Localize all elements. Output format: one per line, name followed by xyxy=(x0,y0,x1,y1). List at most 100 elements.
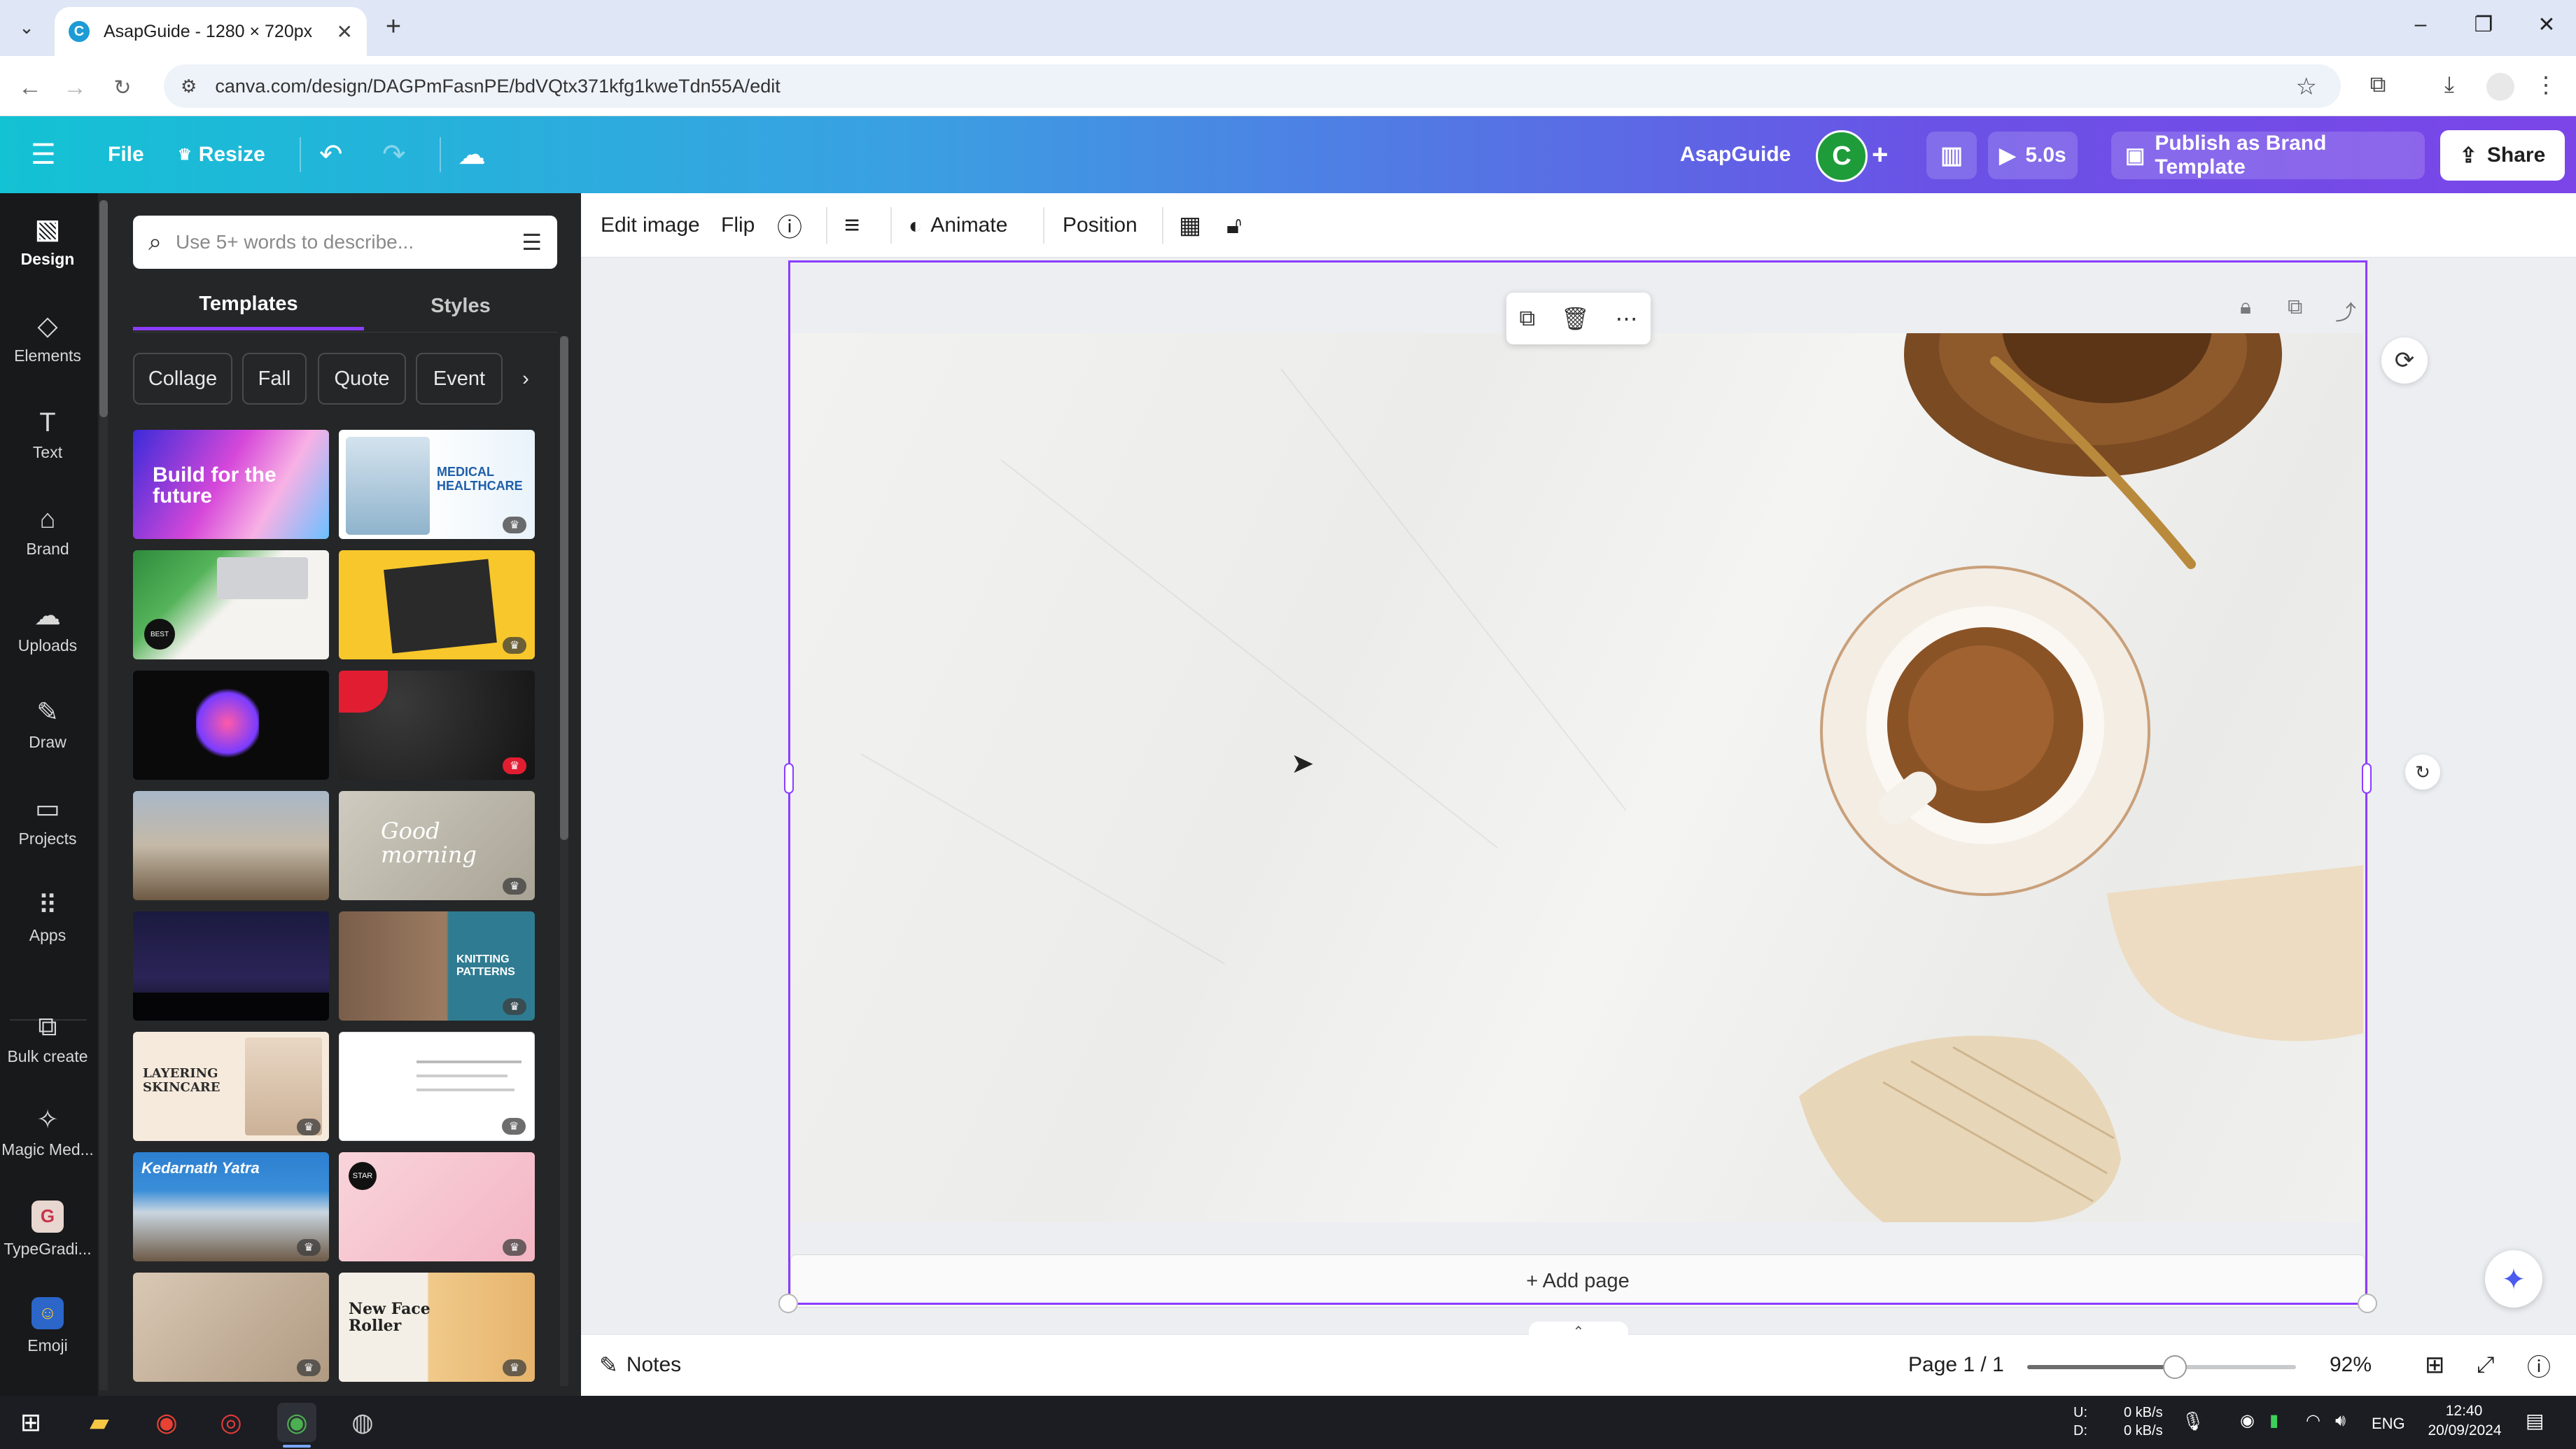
template-thumbnail[interactable]: STAR ♛ xyxy=(339,1152,535,1261)
rail-item-projects[interactable]: ▭ Projects xyxy=(0,780,95,864)
download-icon[interactable]: ⤓ xyxy=(2432,71,2467,98)
template-thumbnail[interactable]: BEST xyxy=(133,550,329,659)
publish-brand-template-button[interactable]: ▣ Publish as Brand Template xyxy=(2111,132,2425,179)
template-thumbnail[interactable]: ♛ xyxy=(339,550,535,659)
insights-button[interactable]: ▥ xyxy=(1926,132,1977,179)
rail-item-apps[interactable]: ⠿ Apps xyxy=(0,876,95,960)
omnibox[interactable]: ⚙ canva.com/design/DAGPmFasnPE/bdVQtx371… xyxy=(164,64,2341,108)
chip-quote[interactable]: Quote xyxy=(318,353,406,405)
window-close-icon[interactable]: ✕ xyxy=(2526,13,2568,37)
chip-event[interactable]: Event xyxy=(416,353,503,405)
chips-next-chevron-icon[interactable]: › xyxy=(512,353,539,405)
tray-app-icon[interactable]: ◉ xyxy=(2240,1411,2255,1431)
lock-icon[interactable]: 🔓︎ xyxy=(1226,193,1242,258)
tab-search-chevron-icon[interactable]: ⌄ xyxy=(11,10,42,45)
redo-icon[interactable]: ↷ xyxy=(382,116,406,193)
obs-icon[interactable]: ◍ xyxy=(343,1403,382,1442)
tab-styles[interactable]: Styles xyxy=(364,281,557,330)
site-info-icon[interactable]: ⚙ xyxy=(181,76,197,97)
template-thumbnail[interactable]: Good morning ♛ xyxy=(339,791,535,900)
rail-item-elements[interactable]: ◇ Elements xyxy=(0,297,95,381)
resize-handle-corner[interactable] xyxy=(2358,1294,2377,1313)
edit-image-button[interactable]: Edit image xyxy=(601,193,700,258)
team-name[interactable]: AsapGuide xyxy=(1680,116,1791,193)
forward-icon[interactable]: → xyxy=(57,70,92,105)
border-style-icon[interactable]: ≡ xyxy=(844,193,860,258)
duplicate-icon[interactable]: ⧉ xyxy=(1519,305,1535,332)
clock-date[interactable]: 20/09/2024 xyxy=(2419,1421,2510,1441)
search-box[interactable]: ⌕ ☰ xyxy=(133,216,557,269)
notifications-icon[interactable]: ▤ xyxy=(2526,1411,2544,1431)
present-button[interactable]: ▶ 5.0s xyxy=(1988,132,2078,179)
microphone-icon[interactable]: 🎙︎ xyxy=(2181,1411,2204,1431)
show-pages-chevron-icon[interactable]: ⌃ xyxy=(1529,1322,1628,1341)
grid-view-icon[interactable]: ⊞ xyxy=(2425,1334,2445,1396)
template-thumbnail[interactable]: New Face Roller ♛ xyxy=(339,1273,535,1382)
resize-handle-corner[interactable] xyxy=(778,1294,798,1313)
language-indicator[interactable]: ENG xyxy=(2372,1414,2405,1434)
rail-item-uploads[interactable]: ☁ Uploads xyxy=(0,587,95,671)
delete-trash-icon[interactable]: 🗑︎ xyxy=(1561,305,1590,332)
rail-item-emoji[interactable]: ☺ Emoji xyxy=(0,1284,95,1368)
filter-icon[interactable]: ☰ xyxy=(522,229,542,255)
transparency-icon[interactable]: ▦ xyxy=(1179,193,1201,258)
template-thumbnail[interactable]: Build for the future xyxy=(133,430,329,539)
rail-item-typegradient[interactable]: G TypeGradi... xyxy=(0,1187,95,1271)
rail-item-bulk-create[interactable]: ⧉ Bulk create xyxy=(0,994,95,1085)
cloud-save-icon[interactable]: ☁ xyxy=(458,116,486,193)
restore-icon[interactable]: ❐ xyxy=(2463,13,2505,37)
file-menu[interactable]: File xyxy=(108,116,144,193)
new-tab-plus-icon[interactable]: + xyxy=(378,11,409,42)
chrome-active-icon[interactable]: ◉ xyxy=(277,1403,316,1442)
template-thumbnail[interactable] xyxy=(133,791,329,900)
template-thumbnail[interactable]: ♛ xyxy=(133,1273,329,1382)
rail-scrollbar[interactable] xyxy=(99,200,108,1390)
template-thumbnail[interactable]: LAYERING SKINCARE ♛ xyxy=(133,1032,329,1141)
back-icon[interactable]: ← xyxy=(13,70,48,105)
file-explorer-icon[interactable]: ▰ xyxy=(80,1403,119,1442)
template-thumbnail[interactable]: ♛ xyxy=(339,671,535,780)
template-thumbnail[interactable]: Kedarnath Yatra ♛ xyxy=(133,1152,329,1261)
resize-handle-left[interactable] xyxy=(784,763,794,794)
minimize-icon[interactable]: – xyxy=(2400,13,2442,36)
opera-icon[interactable]: ◎ xyxy=(211,1403,251,1442)
page-lock-icon[interactable]: 🔒︎ xyxy=(2240,295,2251,319)
fullscreen-icon[interactable]: ⤢ xyxy=(2477,1334,2495,1396)
tab-close-icon[interactable]: ✕ xyxy=(337,20,353,43)
rotate-handle-icon[interactable]: ↻ xyxy=(2405,755,2440,790)
panel-scrollbar-thumb[interactable] xyxy=(560,336,568,840)
extensions-icon[interactable]: ⧉ xyxy=(2360,71,2395,98)
wifi-icon[interactable]: ◠ xyxy=(2306,1411,2320,1431)
rail-item-draw[interactable]: ✎ Draw xyxy=(0,683,95,767)
magic-assistant-icon[interactable]: ✦ xyxy=(2485,1250,2542,1308)
chip-fall[interactable]: Fall xyxy=(242,353,307,405)
browser-tab[interactable]: C AsapGuide - 1280 × 720px ✕ xyxy=(55,7,367,56)
notes-button[interactable]: ✎ Notes xyxy=(599,1334,681,1396)
profile-avatar[interactable] xyxy=(2486,73,2514,101)
template-thumbnail[interactable]: KNITTING PATTERNS ♛ xyxy=(339,911,535,1021)
animate-button[interactable]: ◐ Animate xyxy=(909,193,1007,258)
browser-menu-icon[interactable]: ⋮ xyxy=(2528,71,2563,98)
rail-item-magic-media[interactable]: ✧ Magic Med... xyxy=(0,1091,95,1175)
info-icon[interactable]: ⓘ xyxy=(777,193,802,258)
resize-handle-right[interactable] xyxy=(2362,763,2372,794)
windows-start-icon[interactable]: ⊞ xyxy=(11,1403,50,1442)
template-thumbnail[interactable]: MEDICAL HEALTHCARE ♛ xyxy=(339,430,535,539)
flip-button[interactable]: Flip xyxy=(721,193,755,258)
zoom-slider-knob[interactable] xyxy=(2163,1355,2188,1379)
more-options-icon[interactable]: ⋯ xyxy=(1616,305,1638,332)
page-add-icon[interactable]: ⤴ xyxy=(2335,295,2356,326)
clock-time[interactable]: 12:40 xyxy=(2430,1401,2498,1421)
position-button[interactable]: Position xyxy=(1063,193,1138,258)
volume-icon[interactable]: 🔊︎ xyxy=(2335,1411,2346,1431)
rail-item-brand[interactable]: ⌂ Brand xyxy=(0,490,95,574)
page-duplicate-icon[interactable]: ⧉ xyxy=(2288,295,2302,319)
template-thumbnail[interactable]: ♛ xyxy=(339,1032,535,1141)
main-menu-icon[interactable]: ☰ xyxy=(31,116,56,193)
reload-icon[interactable]: ↻ xyxy=(105,70,140,105)
template-thumbnail[interactable] xyxy=(133,911,329,1021)
search-input[interactable] xyxy=(176,231,508,253)
rail-item-text[interactable]: T Text xyxy=(0,393,95,477)
template-thumbnail[interactable] xyxy=(133,671,329,780)
panel-scrollbar[interactable] xyxy=(560,336,568,1386)
